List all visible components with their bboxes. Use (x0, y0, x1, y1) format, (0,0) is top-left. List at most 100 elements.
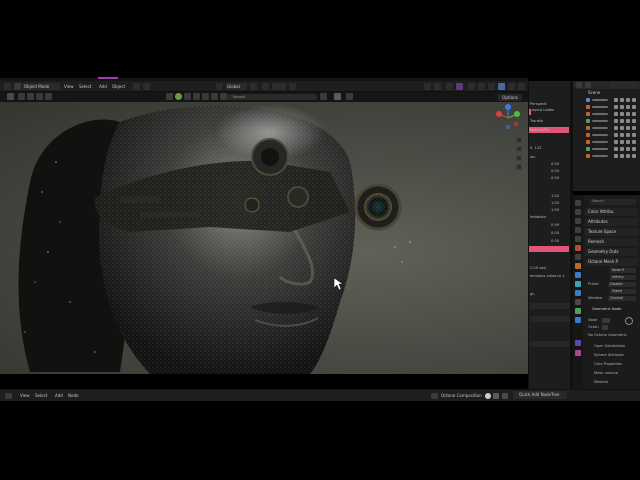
quick-add-field[interactable]: Quick Add NodeTree (513, 391, 567, 399)
modifier-tab-icon[interactable] (575, 272, 581, 278)
tool-icon-4[interactable] (202, 93, 209, 100)
data-tab-icon[interactable] (575, 308, 581, 314)
camera-view-icon[interactable] (516, 155, 522, 161)
display-mode-icon[interactable] (585, 82, 591, 88)
menu-add[interactable]: Add (97, 83, 109, 90)
value-field[interactable]: 1.00 (551, 207, 569, 213)
camera-render-icon[interactable] (620, 126, 624, 130)
render-tab-icon[interactable] (575, 209, 581, 215)
outliner-row[interactable] (582, 104, 637, 110)
shading-solid-icon[interactable] (478, 83, 485, 90)
camera-render-icon[interactable] (620, 154, 624, 158)
subpanel-meshlet[interactable]: Meshlet (594, 380, 638, 385)
viewport-settings-icon[interactable] (518, 83, 525, 90)
shield-icon[interactable] (493, 393, 499, 399)
camera-render-icon[interactable] (620, 98, 624, 102)
select-box-icon[interactable] (18, 93, 25, 100)
outliner-row[interactable] (582, 118, 637, 124)
menu-node[interactable]: Node (68, 393, 78, 399)
shading-options-icon[interactable] (508, 83, 515, 90)
camera-render-icon[interactable] (620, 112, 624, 116)
outliner-type-icon[interactable] (576, 82, 582, 88)
tool-tab-icon[interactable] (575, 200, 581, 206)
select-icon[interactable] (626, 133, 630, 137)
panel-remesh[interactable]: Remesh (585, 238, 638, 246)
priority-dropdown[interactable]: Disable (608, 282, 636, 287)
physics-tab-icon[interactable] (575, 290, 581, 296)
tool-icon-5[interactable] (211, 93, 218, 100)
eye-icon[interactable] (614, 140, 618, 144)
render-icon[interactable] (632, 154, 636, 158)
value-field[interactable]: 0.99 (551, 222, 569, 228)
snap-icon[interactable] (262, 83, 269, 90)
navigation-gizmo[interactable] (493, 104, 523, 132)
value-field[interactable]: 1.00 (551, 193, 569, 199)
mode-selector[interactable]: Object Mode (22, 83, 60, 90)
gizmo-z-icon[interactable] (505, 104, 511, 110)
shading-rendered-icon[interactable] (498, 83, 505, 90)
render-icon[interactable] (632, 126, 636, 130)
gear-icon[interactable] (346, 93, 353, 100)
render-icon[interactable] (632, 140, 636, 144)
geometric-node-panel[interactable]: Geometric Node (592, 307, 636, 312)
particles-tab-icon[interactable] (575, 281, 581, 287)
options-dropdown[interactable]: Options (498, 94, 522, 101)
eye-icon[interactable] (614, 112, 618, 116)
pivot-icon[interactable] (250, 83, 257, 90)
value-field[interactable]: 1.00 (551, 200, 569, 206)
node-r-field[interactable]: Node R (610, 268, 636, 273)
outliner-row[interactable] (582, 139, 637, 145)
grid-icon[interactable] (516, 164, 522, 170)
window-dropdown[interactable]: Clockwi (608, 296, 636, 301)
tool-icon-3[interactable] (193, 93, 200, 100)
camera-render-icon[interactable] (620, 140, 624, 144)
select-icon[interactable] (626, 147, 630, 151)
select-mode-1-icon[interactable] (27, 93, 34, 100)
zoom-icon[interactable] (516, 137, 522, 143)
outliner-search[interactable] (609, 82, 637, 88)
select-mode-2-icon[interactable] (36, 93, 43, 100)
select-icon[interactable] (626, 105, 630, 109)
camera-render-icon[interactable] (620, 119, 624, 123)
active-value-field[interactable] (529, 246, 569, 252)
gizmo-y-icon[interactable] (514, 111, 520, 117)
texture-tab-icon[interactable] (575, 317, 581, 323)
value-field[interactable]: 0.00 (551, 238, 569, 244)
tool-icon-1[interactable] (166, 93, 173, 100)
world-tab-icon[interactable] (575, 245, 581, 251)
menu-view[interactable]: View (20, 393, 30, 399)
panel-geometry-outs[interactable]: Geometry Outs (585, 248, 638, 256)
3d-viewport[interactable] (0, 102, 528, 374)
transform-space-dropdown[interactable]: Global (225, 83, 247, 90)
fake-field[interactable]: Fakeit (610, 289, 636, 294)
camera-render-icon[interactable] (620, 147, 624, 151)
proportional-icon[interactable] (289, 83, 296, 90)
outliner-row[interactable] (582, 97, 637, 103)
material-icon[interactable] (175, 93, 182, 100)
render-icon[interactable] (632, 112, 636, 116)
mode-icon[interactable] (14, 83, 21, 90)
properties-search[interactable]: Search (590, 199, 636, 205)
search-icon[interactable] (220, 93, 227, 100)
select-icon[interactable] (626, 112, 630, 116)
outliner-row[interactable] (582, 153, 637, 159)
value-field[interactable]: 0.00 (551, 168, 569, 174)
menu-view[interactable]: View (62, 83, 76, 90)
subpanel-open-subdivision[interactable]: Open Subdivision (594, 344, 638, 349)
outliner-row[interactable] (582, 111, 637, 117)
eye-icon[interactable] (614, 98, 618, 102)
menu-select[interactable]: Select (35, 393, 47, 399)
eye-icon[interactable] (614, 133, 618, 137)
gizmo-x-icon[interactable] (496, 111, 502, 117)
render-icon[interactable] (632, 133, 636, 137)
render-icon[interactable] (632, 147, 636, 151)
octane-tab-icon[interactable] (575, 340, 581, 346)
cursor-icon[interactable] (7, 93, 14, 100)
shading-wire-icon[interactable] (468, 83, 475, 90)
panel-color-attributes[interactable]: Color Attribu (585, 208, 638, 216)
menu-object[interactable]: Object (110, 83, 127, 90)
panel-texture-space[interactable]: Texture Space (585, 228, 638, 236)
value-field[interactable]: 0.00 (551, 175, 569, 181)
outliner-row[interactable] (582, 146, 637, 152)
eye-icon[interactable] (614, 119, 618, 123)
